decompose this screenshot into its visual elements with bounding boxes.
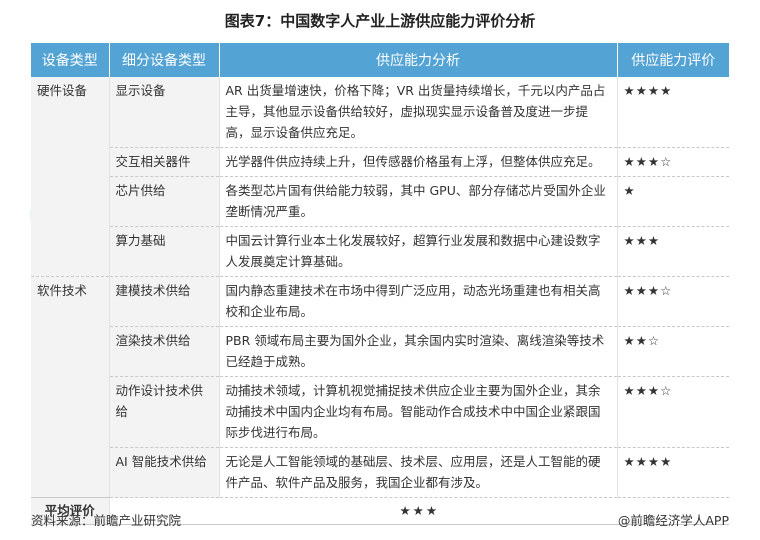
sub-type-cell: 渲染技术供给 bbox=[109, 326, 220, 377]
sub-type-cell: 交互相关器件 bbox=[109, 147, 220, 177]
sub-type-cell: 显示设备 bbox=[109, 77, 220, 148]
table-row: 渲染技术供给 PBR 领域布局主要为国外企业，其余国内实时渲染、离线渲染等技术已… bbox=[31, 326, 729, 377]
analysis-cell: 国内静态重建技术在市场中得到广泛应用，动态光场重建也有相关高校和企业布局。 bbox=[219, 276, 618, 327]
rating-cell: ★★★ bbox=[617, 226, 729, 277]
analysis-cell: 各类型芯片国有供给能力较弱，其中 GPU、部分存储芯片受国外企业垄断情况严重。 bbox=[219, 176, 618, 227]
rating-cell: ★★★★ bbox=[617, 447, 729, 498]
category-hardware: 硬件设备 bbox=[31, 77, 110, 277]
analysis-cell: 光学器件供应持续上升，但传感器价格虽有上浮，但整体供应充足。 bbox=[219, 147, 618, 177]
rating-cell: ★★★★ bbox=[617, 77, 729, 148]
category-software: 软件技术 bbox=[31, 276, 110, 498]
rating-cell: ★★☆ bbox=[617, 326, 729, 377]
table-row: 算力基础 中国云计算行业本土化发展较好，超算行业发展和数据中心建设数字人发展奠定… bbox=[31, 226, 729, 277]
table-row: 芯片供给 各类型芯片国有供给能力较弱，其中 GPU、部分存储芯片受国外企业垄断情… bbox=[31, 176, 729, 227]
analysis-cell: PBR 领域布局主要为国外企业，其余国内实时渲染、离线渲染等技术已经趋于成熟。 bbox=[219, 326, 618, 377]
page-title: 图表7：中国数字人产业上游供应能力评价分析 bbox=[224, 12, 536, 30]
analysis-cell: 中国云计算行业本土化发展较好，超算行业发展和数据中心建设数字人发展奠定计算基础。 bbox=[219, 226, 618, 277]
header-supply-analysis: 供应能力分析 bbox=[219, 43, 618, 77]
table-header-row: 设备类型 细分设备类型 供应能力分析 供应能力评价 bbox=[31, 43, 729, 77]
rating-cell: ★★★☆ bbox=[617, 147, 729, 177]
supply-capability-table: 设备类型 细分设备类型 供应能力分析 供应能力评价 硬件设备 显示设备 AR 出… bbox=[31, 43, 729, 525]
sub-type-cell: 算力基础 bbox=[109, 226, 220, 277]
table-row: 硬件设备 显示设备 AR 出货量增速快，价格下降；VR 出货量持续增长，千元以内… bbox=[31, 77, 729, 277]
table-row: 动作设计技术供给 动捕技术领域，计算机视觉捕捉技术供应企业主要为国外企业，其余动… bbox=[31, 376, 729, 448]
analysis-cell: AR 出货量增速快，价格下降；VR 出货量持续增长，千元以内产品占主导，其他显示… bbox=[219, 77, 618, 148]
sub-type-cell: AI 智能技术供给 bbox=[109, 447, 220, 498]
table-row: 交互相关器件 光学器件供应持续上升，但传感器价格虽有上浮，但整体供应充足。 ★★… bbox=[31, 147, 729, 177]
rating-cell: ★ bbox=[617, 176, 729, 227]
table-row: 软件技术 建模技术供给 国内静态重建技术在市场中得到广泛应用，动态光场重建也有相… bbox=[31, 276, 729, 498]
analysis-cell: 动捕技术领域，计算机视觉捕捉技术供应企业主要为国外企业，其余动捕技术中国内企业均… bbox=[219, 376, 618, 448]
brand-credit: @前瞻经济学人APP bbox=[617, 513, 729, 528]
sub-type-cell: 芯片供给 bbox=[109, 176, 220, 227]
rating-cell: ★★★☆ bbox=[617, 276, 729, 327]
source-note: 资料来源：前瞻产业研究院 bbox=[31, 513, 182, 528]
sub-type-cell: 建模技术供给 bbox=[109, 276, 220, 327]
sub-type-cell: 动作设计技术供给 bbox=[109, 376, 220, 448]
header-device-type: 设备类型 bbox=[31, 43, 110, 77]
analysis-cell: 无论是人工智能领域的基础层、技术层、应用层，还是人工智能的硬件产品、软件产品及服… bbox=[219, 447, 618, 498]
table-row: AI 智能技术供给 无论是人工智能领域的基础层、技术层、应用层，还是人工智能的硬… bbox=[31, 447, 729, 498]
rating-cell: ★★★☆ bbox=[617, 376, 729, 448]
header-sub-device-type: 细分设备类型 bbox=[109, 43, 220, 77]
header-supply-rating: 供应能力评价 bbox=[617, 43, 729, 77]
